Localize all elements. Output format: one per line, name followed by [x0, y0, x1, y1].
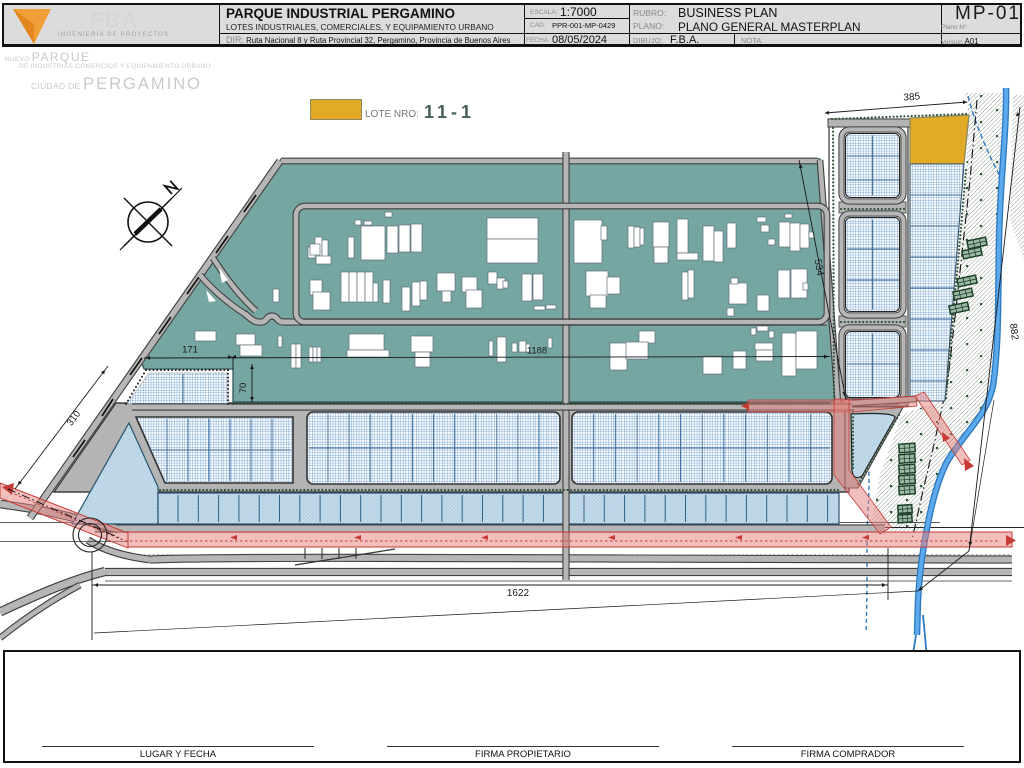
svg-text:882: 882	[1007, 323, 1020, 341]
svg-text:385: 385	[903, 91, 921, 103]
svg-text:70: 70	[238, 383, 249, 394]
svg-text:310: 310	[65, 409, 83, 428]
svg-text:171: 171	[182, 345, 198, 356]
svg-text:1188: 1188	[527, 346, 547, 357]
svg-text:1622: 1622	[507, 588, 530, 599]
